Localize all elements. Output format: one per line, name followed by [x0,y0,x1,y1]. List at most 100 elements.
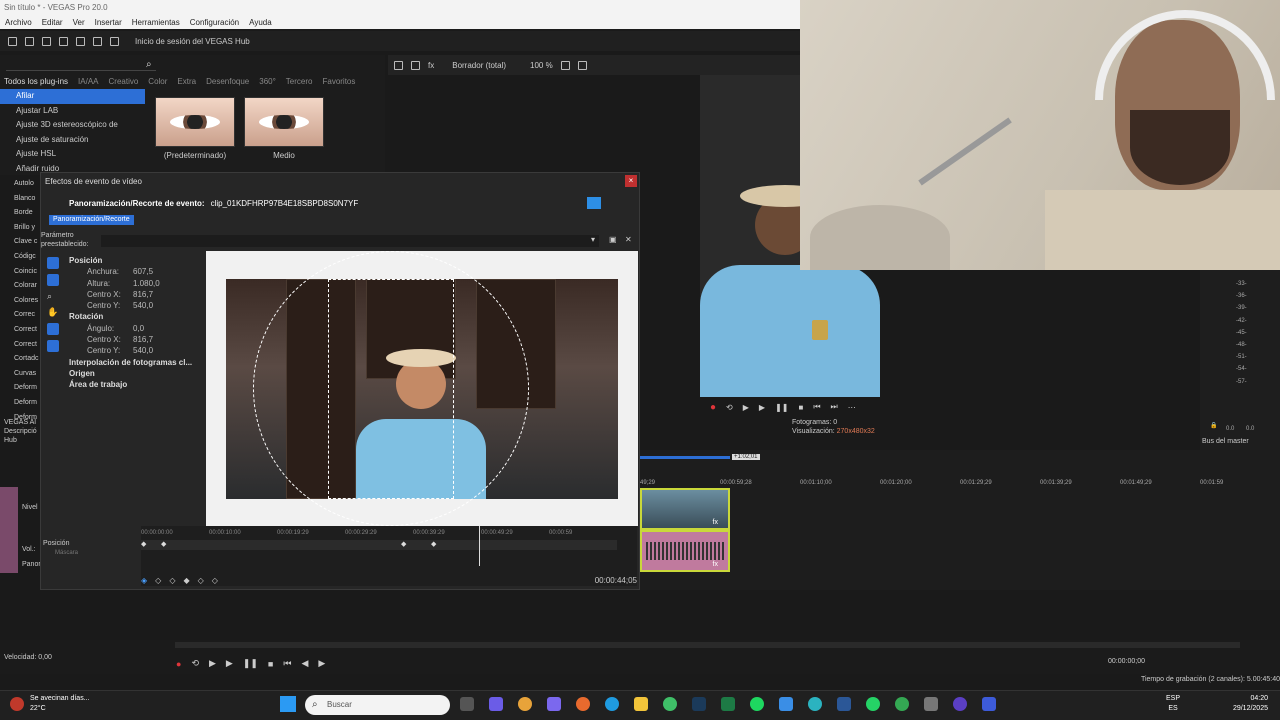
stop-icon[interactable]: ■ [268,659,273,669]
timeline-ruler[interactable]: 49;29 00:00:59;28 00:01:10;00 00:01:20;00 00… [640,478,1280,488]
normal-edit-icon[interactable] [47,257,59,269]
excel-icon[interactable] [721,697,735,711]
obs-icon[interactable] [953,697,967,711]
property-value[interactable]: 816,7 [133,334,153,345]
play-start-icon[interactable]: ▶ [743,403,749,412]
hub-login[interactable]: Inicio de sesión del VEGAS Hub [135,37,250,46]
fx-search-input[interactable] [6,59,156,71]
select-icon[interactable] [47,274,59,286]
fx-tab[interactable]: Extra [177,77,196,86]
property-row[interactable]: Área de trabajo [67,379,203,390]
spotify-icon[interactable] [750,697,764,711]
menu-item-6[interactable]: Ayuda [249,18,272,27]
fx-list-item[interactable]: Ajuste HSL [0,147,145,162]
chrome3-icon[interactable] [895,697,909,711]
play-from-start-icon[interactable]: ▶ [209,658,216,669]
open-icon[interactable] [25,36,34,46]
snapshot-icon[interactable] [577,60,587,70]
weather-widget[interactable]: Se avecinan días... 22°C [10,694,90,714]
sync-cursor-icon[interactable]: ◈ [141,576,147,585]
fx-list-item[interactable]: Ajuste de saturación [0,133,145,148]
undo-icon[interactable] [93,36,102,46]
clock[interactable]: 04:20 29/12/2025 [1233,694,1268,714]
fx-tab[interactable]: IA/AA [78,77,98,86]
settings-icon[interactable] [76,36,85,46]
save-preset-icon[interactable]: ▣ [609,235,617,244]
property-row[interactable]: Posición [67,255,203,266]
menu-item-1[interactable]: Editar [42,18,63,27]
menu-item-2[interactable]: Ver [73,18,85,27]
fx-tab[interactable]: Favoritos [322,77,355,86]
gear-icon[interactable] [394,60,403,70]
property-value[interactable]: 816,7 [133,289,153,300]
kf-playhead[interactable] [479,526,480,566]
loop-icon[interactable]: ⟲ [191,658,199,669]
fx-list-item[interactable]: Ajuste 3D estereoscópico de [0,118,145,133]
pause-icon[interactable]: ❚❚ [775,403,788,412]
stop-icon[interactable]: ■ [798,403,803,412]
record-icon[interactable]: ● [710,402,716,413]
preview-mode-select[interactable]: Borrador (total) [452,61,506,70]
preset-dropdown[interactable] [101,235,599,247]
prev-keyframe-icon[interactable]: ◇ [169,576,175,585]
loop-region[interactable] [640,456,730,459]
property-value[interactable]: 1.080,0 [133,278,160,289]
last-keyframe-icon[interactable]: ◇ [212,576,218,585]
fx-tab[interactable]: Desenfoque [206,77,249,86]
fx-icon[interactable]: fx [713,519,718,526]
grid-icon[interactable] [560,60,570,70]
first-keyframe-icon[interactable]: ◇ [155,576,161,585]
add-keyframe-icon[interactable]: ◆ [183,576,189,585]
play-icon[interactable]: ▶ [759,403,765,412]
save-icon[interactable] [42,36,51,46]
property-row[interactable]: Altura: 1.080,0 [67,278,203,289]
audio-clip[interactable]: fx [640,530,730,572]
timeline-scrollbar[interactable] [175,642,1240,648]
property-row[interactable]: Centro X: 816,7 [67,289,203,300]
property-value[interactable]: 0,0 [133,323,144,334]
delete-preset-icon[interactable]: ✕ [625,235,632,244]
property-row[interactable]: Rotación [67,311,203,322]
preset-thumb-default[interactable]: (Predeterminado) [155,97,235,160]
play-icon[interactable]: ▶ [226,658,233,669]
copilot-icon[interactable] [489,697,503,711]
split-icon[interactable] [411,60,420,70]
chevron-down-icon[interactable]: ▾ [591,235,595,244]
preset-thumb-medium[interactable]: Medio [244,97,324,160]
teams-icon[interactable] [547,697,561,711]
fx-tab[interactable]: 360° [259,77,276,86]
plugin-pill[interactable]: Panoramización/Recorte [49,215,134,225]
property-row[interactable]: Anchura: 607,5 [67,266,203,277]
kf-track[interactable]: ◆ ◆ ◆ ◆ [141,540,617,550]
fx-tab[interactable]: Tercero [286,77,313,86]
explorer-icon[interactable] [634,697,648,711]
property-value[interactable]: 540,0 [133,345,153,356]
property-row[interactable]: Centro Y: 540,0 [67,300,203,311]
taskbar-search[interactable]: ⌕ Buscar [305,695,450,715]
whatsapp-icon[interactable] [866,697,880,711]
next-icon[interactable]: ⏭ [831,402,838,412]
redo-icon[interactable] [110,36,119,46]
vscode-icon[interactable] [808,697,822,711]
fx-list-item[interactable]: Afilar [0,89,145,104]
property-row[interactable]: Origen [67,368,203,379]
zoom-select[interactable]: 100 % [530,61,553,70]
fx-tab[interactable]: Color [148,77,167,86]
zoom-icon[interactable]: ⌕ [47,291,61,302]
kf-ruler[interactable]: 00:00:00:00 00:00:10:00 00:00:19:29 00:00:2… [141,528,637,538]
loop-icon[interactable]: ⟲ [726,403,733,412]
property-row[interactable]: Centro X: 816,7 [67,334,203,345]
steam-icon[interactable] [692,697,706,711]
video-clip[interactable]: fx [640,488,730,530]
menu-item-3[interactable]: Insertar [95,18,122,27]
fx-icon[interactable]: fx [428,61,434,70]
new-file-icon[interactable] [8,36,17,46]
property-row[interactable]: Centro Y: 540,0 [67,345,203,356]
render-icon[interactable] [59,36,68,46]
menu-item-4[interactable]: Herramientas [132,18,180,27]
scale-about-center-icon[interactable] [47,340,59,352]
chrome2-icon[interactable] [663,697,677,711]
property-row[interactable]: Interpolación de fotogramas cl... [67,357,203,368]
menu-item-5[interactable]: Configuración [190,18,239,27]
chrome-icon[interactable] [518,697,532,711]
